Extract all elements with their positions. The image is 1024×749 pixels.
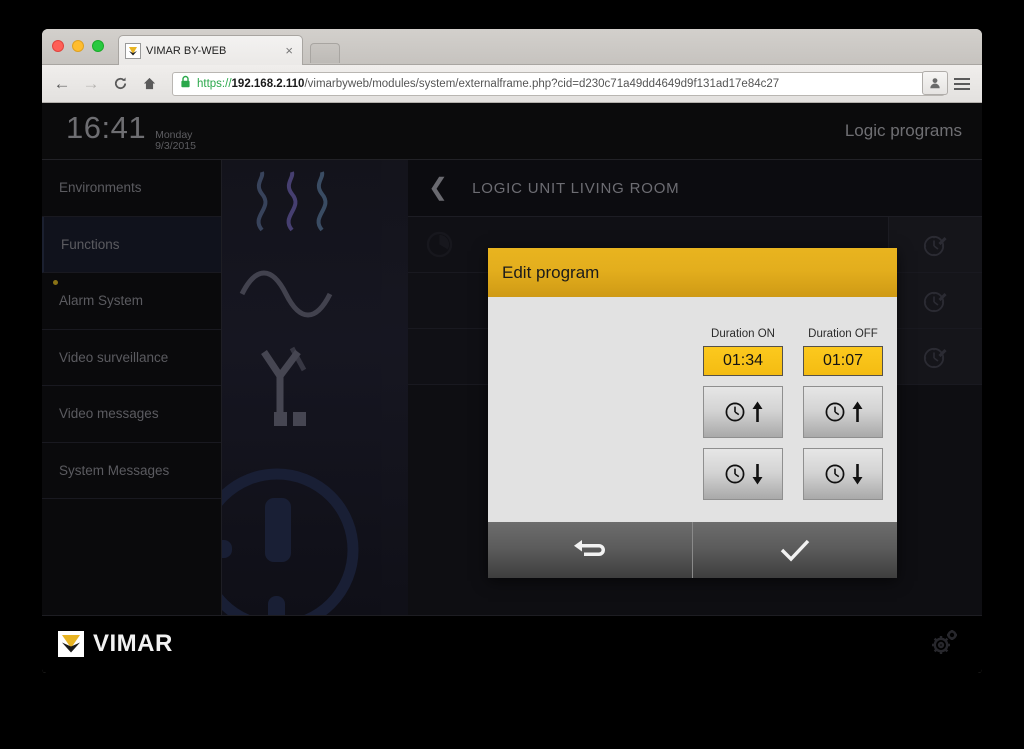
edit-program-dialog: Edit program Duration ON 01:34 Duration … bbox=[488, 248, 897, 578]
browser-toolbar: ← → https://192.168.2.110/vimarbyweb/mod… bbox=[42, 65, 982, 103]
date-label: 9/3/2015 bbox=[155, 140, 196, 152]
sidebar-item-label: Video surveillance bbox=[59, 349, 169, 365]
duration-on-increase-button[interactable] bbox=[703, 386, 783, 438]
clock-edit-icon bbox=[923, 347, 947, 368]
brand-name: VIMAR bbox=[93, 630, 173, 657]
duration-on-column: Duration ON 01:34 bbox=[703, 328, 783, 500]
back-button[interactable]: ← bbox=[52, 74, 72, 94]
undo-arrow-icon bbox=[574, 540, 605, 556]
page-title: Logic programs bbox=[844, 121, 962, 140]
heat-waves-icon bbox=[256, 171, 328, 232]
browser-tab-title: VIMAR BY-WEB bbox=[146, 44, 227, 57]
antenna-icon bbox=[261, 346, 307, 426]
app-footer: VIMAR bbox=[42, 615, 982, 672]
vimar-favicon bbox=[125, 42, 141, 59]
url-path: /vimarbyweb/modules/system/externalframe… bbox=[304, 77, 780, 90]
edit-program-button[interactable] bbox=[888, 273, 982, 328]
clock-edit-icon bbox=[923, 235, 947, 256]
url-host: 192.168.2.110 bbox=[231, 77, 305, 90]
cancel-button[interactable] bbox=[488, 522, 692, 578]
program-status-icon bbox=[408, 231, 453, 258]
reload-button[interactable] bbox=[110, 74, 130, 94]
arrow-up-icon bbox=[752, 401, 763, 422]
duration-off-column: Duration OFF 01:07 bbox=[803, 328, 883, 500]
edit-program-button[interactable] bbox=[888, 217, 982, 272]
vimar-logo-icon bbox=[58, 631, 84, 657]
duration-off-value[interactable]: 01:07 bbox=[803, 346, 883, 376]
url-scheme: https:// bbox=[197, 77, 232, 90]
duration-off-label: Duration OFF bbox=[808, 328, 878, 340]
window-controls bbox=[52, 40, 104, 52]
current-date: Monday 9/3/2015 bbox=[155, 129, 196, 152]
clock-down-icon bbox=[825, 464, 845, 484]
confirm-button[interactable] bbox=[692, 522, 897, 578]
checkmark-icon bbox=[780, 539, 810, 562]
settings-button[interactable] bbox=[928, 627, 960, 662]
dialog-body: Duration ON 01:34 Duration OFF 01:07 bbox=[488, 297, 897, 522]
sidebar-item-functions[interactable]: Functions bbox=[42, 216, 221, 273]
sidebar-item-alarm-system[interactable]: Alarm System bbox=[42, 273, 221, 330]
address-bar[interactable]: https://192.168.2.110/vimarbyweb/modules… bbox=[172, 71, 945, 96]
close-tab-button[interactable]: × bbox=[282, 44, 296, 57]
hamburger-menu-icon[interactable] bbox=[954, 74, 972, 94]
duration-off-decrease-button[interactable] bbox=[803, 448, 883, 500]
home-button[interactable] bbox=[139, 74, 159, 94]
browser-tab[interactable]: VIMAR BY-WEB × bbox=[118, 35, 303, 65]
sidebar: Environments Functions Alarm System Vide… bbox=[42, 160, 222, 615]
duration-on-value[interactable]: 01:34 bbox=[703, 346, 783, 376]
forward-button[interactable]: → bbox=[81, 74, 101, 94]
brand: VIMAR bbox=[58, 630, 173, 658]
new-tab-button[interactable] bbox=[310, 43, 340, 63]
clock-edit-icon bbox=[923, 291, 947, 312]
clock-up-icon bbox=[825, 402, 845, 422]
app-body: Environments Functions Alarm System Vide… bbox=[42, 160, 982, 615]
sidebar-item-environments[interactable]: Environments bbox=[42, 160, 221, 217]
sidebar-item-label: System Messages bbox=[59, 462, 170, 478]
sidebar-item-video-surveillance[interactable]: Video surveillance bbox=[42, 330, 221, 386]
url-text: https://192.168.2.110/vimarbyweb/modules… bbox=[197, 78, 918, 90]
decorative-background bbox=[222, 160, 408, 615]
duration-controls: Duration ON 01:34 Duration OFF 01:07 bbox=[703, 328, 883, 500]
alert-dot-icon bbox=[53, 280, 58, 285]
profile-button[interactable] bbox=[922, 71, 948, 95]
content-title: LOGIC UNIT LIVING ROOM bbox=[472, 179, 680, 197]
maximize-window-button[interactable] bbox=[92, 40, 104, 52]
sidebar-item-label: Functions bbox=[61, 236, 120, 252]
wave-icon bbox=[239, 270, 333, 318]
timer-clock-icon bbox=[222, 468, 359, 615]
dialog-footer bbox=[488, 522, 897, 578]
clock-down-icon bbox=[725, 464, 745, 484]
duration-off-increase-button[interactable] bbox=[803, 386, 883, 438]
minimize-window-button[interactable] bbox=[72, 40, 84, 52]
content-area: ❮ LOGIC UNIT LIVING ROOM Edit program Du… bbox=[222, 160, 982, 615]
close-window-button[interactable] bbox=[52, 40, 64, 52]
sidebar-item-video-messages[interactable]: Video messages bbox=[42, 386, 221, 443]
edit-program-button[interactable] bbox=[888, 329, 982, 384]
person-icon bbox=[930, 78, 940, 89]
vimar-app: 16:41 Monday 9/3/2015 Logic programs Env… bbox=[42, 103, 982, 673]
arrow-down-icon bbox=[752, 464, 763, 485]
sidebar-item-system-messages[interactable]: System Messages bbox=[42, 443, 221, 499]
app-header: 16:41 Monday 9/3/2015 Logic programs bbox=[42, 103, 982, 160]
lock-icon bbox=[180, 75, 191, 93]
duration-on-label: Duration ON bbox=[711, 328, 775, 340]
sidebar-item-label: Environments bbox=[59, 180, 142, 196]
sidebar-item-label: Video messages bbox=[59, 406, 159, 422]
clock-up-icon bbox=[725, 402, 745, 422]
sidebar-item-label: Alarm System bbox=[59, 293, 144, 309]
arrow-down-icon bbox=[852, 464, 863, 485]
duration-on-decrease-button[interactable] bbox=[703, 448, 783, 500]
arrow-up-icon bbox=[852, 401, 863, 422]
clock-widget: 16:41 Monday 9/3/2015 bbox=[66, 110, 196, 152]
browser-window: VIMAR BY-WEB × ← → https://192.168.2.110… bbox=[42, 29, 982, 673]
browser-tab-strip: VIMAR BY-WEB × bbox=[42, 29, 982, 65]
dialog-title: Edit program bbox=[488, 248, 897, 297]
back-chevron-icon[interactable]: ❮ bbox=[428, 176, 448, 200]
content-header: ❮ LOGIC UNIT LIVING ROOM bbox=[408, 160, 982, 217]
current-time: 16:41 bbox=[66, 109, 147, 145]
gears-icon bbox=[932, 629, 957, 654]
